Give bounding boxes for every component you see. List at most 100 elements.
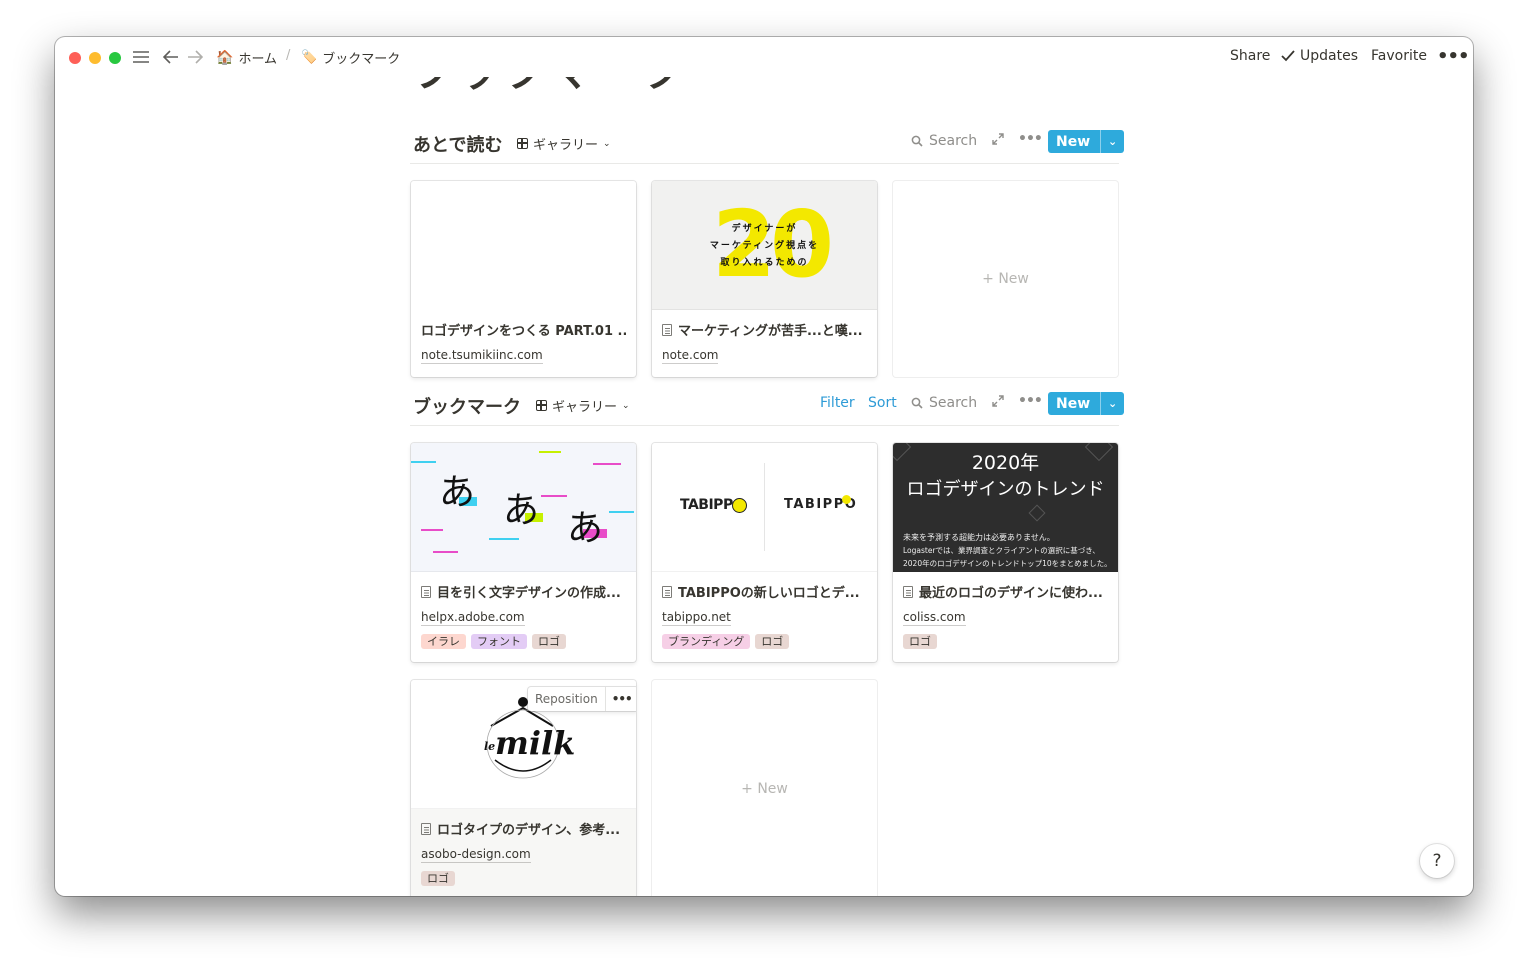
gallery-grid-icon bbox=[517, 138, 528, 149]
updates-button[interactable]: Updates bbox=[1281, 48, 1358, 64]
section-bookmark-view-selector[interactable]: ギャラリー ⌄ bbox=[536, 396, 630, 415]
section-bookmark-title[interactable]: ブックマーク bbox=[413, 393, 521, 419]
card-url[interactable]: asobo-design.com bbox=[421, 847, 531, 863]
section-read-later-title[interactable]: あとで読む bbox=[413, 131, 502, 157]
search-icon bbox=[911, 397, 923, 409]
tag-font: フォント bbox=[471, 634, 527, 649]
search-label: Search bbox=[929, 133, 978, 149]
card-title: 最近のロゴのデザインに使わ... bbox=[903, 582, 1108, 601]
breadcrumb-separator: / bbox=[286, 48, 291, 63]
topbar: 🏠 ホーム / 🏷️ ブックマーク Share Updates Favorite… bbox=[55, 37, 1473, 77]
card-cover: あ あ あ bbox=[411, 443, 636, 572]
gallery-card[interactable]: あ あ あ 目を引く文字デザインの作成... helpx.adobe.com イ… bbox=[411, 443, 636, 662]
cover-glyph: あ bbox=[503, 490, 540, 531]
filter-button[interactable]: Filter bbox=[820, 395, 855, 411]
milk-logo-text: milk bbox=[495, 724, 576, 762]
search-icon bbox=[911, 135, 923, 147]
breadcrumb-home-label: ホーム bbox=[238, 52, 278, 67]
section-divider bbox=[410, 425, 1119, 426]
close-window-button[interactable] bbox=[69, 52, 81, 64]
help-button[interactable]: ? bbox=[1420, 844, 1454, 878]
gallery-grid-icon bbox=[536, 400, 547, 411]
new-label: New bbox=[1056, 133, 1091, 150]
tag-logo: ロゴ bbox=[903, 634, 937, 649]
yellow-globe-icon bbox=[732, 498, 747, 513]
card-url[interactable]: helpx.adobe.com bbox=[421, 610, 525, 626]
gallery-card[interactable]: 20 デザイナーが マーケティング視点を 取り入れるための マーケティングが苦手… bbox=[652, 181, 877, 377]
share-button[interactable]: Share bbox=[1230, 48, 1270, 64]
card-url[interactable]: coliss.com bbox=[903, 610, 966, 626]
new-card-placeholder[interactable]: + New bbox=[893, 181, 1118, 377]
gallery-card[interactable]: TABIPPO TABIPPO TABIPPOの新しいロゴとデ... tabip… bbox=[652, 443, 877, 662]
breadcrumb-home[interactable]: 🏠 ホーム bbox=[216, 48, 278, 68]
card-title-text: TABIPPOの新しいロゴとデ... bbox=[678, 586, 860, 601]
section-read-later-view-selector[interactable]: ギャラリー ⌄ bbox=[517, 134, 611, 153]
card-url[interactable]: note.com bbox=[662, 348, 719, 364]
gallery-card[interactable]: 2020年 ロゴデザインのトレンド 未来を予測する超能力は必要ありません。 Lo… bbox=[893, 443, 1118, 662]
breadcrumb-bookmark-label: ブックマーク bbox=[322, 52, 401, 67]
chevron-down-icon[interactable]: ⌄ bbox=[1100, 130, 1124, 153]
card-cover bbox=[411, 181, 636, 309]
cover-small1: 未来を予測する超能力は必要ありません。 bbox=[903, 533, 1055, 542]
card-title-text: マーケティングが苦手...と嘆... bbox=[678, 324, 863, 339]
page-icon bbox=[421, 822, 431, 835]
new-card-label: + New bbox=[741, 781, 788, 797]
back-arrow-icon[interactable] bbox=[161, 46, 181, 68]
new-card-label: + New bbox=[982, 271, 1029, 287]
expand-icon[interactable] bbox=[992, 395, 1004, 407]
cover-more-icon[interactable]: ••• bbox=[604, 687, 636, 711]
breadcrumb-bookmark[interactable]: 🏷️ ブックマーク bbox=[301, 48, 400, 67]
tag-list: ロゴ bbox=[421, 871, 455, 886]
cover-line1: 2020年 bbox=[971, 452, 1040, 474]
new-label: New bbox=[1056, 395, 1091, 412]
cover-small2: Logasterでは、業界調査とクライアントの選択に基づき、 bbox=[903, 546, 1100, 555]
forward-arrow-icon[interactable] bbox=[185, 46, 205, 68]
section-bookmark-search[interactable]: Search bbox=[911, 395, 977, 411]
page-icon bbox=[421, 585, 431, 598]
bookmark-tag-icon: 🏷️ bbox=[301, 50, 318, 65]
new-card-placeholder[interactable]: + New bbox=[652, 680, 877, 896]
gallery-card[interactable]: ロゴデザインをつくる PART.01 ... note.tsumikiinc.c… bbox=[411, 181, 636, 377]
sort-button[interactable]: Sort bbox=[868, 395, 897, 411]
card-cover: 20 デザイナーが マーケティング視点を 取り入れるための bbox=[652, 181, 877, 310]
title-clip: ブックマーク bbox=[55, 77, 1473, 137]
card-title: ロゴデザインをつくる PART.01 ... bbox=[421, 320, 626, 339]
favorite-button[interactable]: Favorite bbox=[1371, 48, 1427, 64]
gallery-card[interactable]: le milk Reposition ••• ロゴタイプのデザイン、参考... … bbox=[411, 680, 636, 896]
search-label: Search bbox=[929, 395, 978, 411]
card-title-text: ロゴデザインをつくる PART.01 ... bbox=[421, 324, 626, 339]
cover-glyph: あ bbox=[439, 472, 476, 513]
section-read-later-search[interactable]: Search bbox=[911, 133, 977, 149]
cover-text-line2: マーケティング視点を bbox=[709, 241, 820, 251]
card-title: 目を引く文字デザインの作成... bbox=[421, 582, 626, 601]
house-icon: 🏠 bbox=[216, 49, 234, 66]
card-url[interactable]: tabippo.net bbox=[662, 610, 731, 626]
card-title: マーケティングが苦手...と嘆... bbox=[662, 320, 867, 339]
app-window: 🏠 ホーム / 🏷️ ブックマーク Share Updates Favorite… bbox=[55, 37, 1473, 896]
reposition-button[interactable]: Reposition bbox=[528, 692, 605, 706]
reposition-toolbar: Reposition ••• bbox=[528, 687, 636, 711]
expand-icon[interactable] bbox=[992, 133, 1004, 145]
section-bookmark-new-button[interactable]: New ⌄ bbox=[1048, 392, 1125, 415]
minimize-window-button[interactable] bbox=[89, 52, 101, 64]
tag-logo: ロゴ bbox=[532, 634, 566, 649]
zoom-window-button[interactable] bbox=[109, 52, 121, 64]
sidebar-menu-icon[interactable] bbox=[131, 46, 151, 68]
page-icon bbox=[903, 585, 913, 598]
chevron-down-icon[interactable]: ⌄ bbox=[1100, 392, 1124, 415]
card-title-text: ロゴタイプのデザイン、参考... bbox=[437, 823, 621, 838]
more-options-icon[interactable]: ••• bbox=[1437, 46, 1470, 67]
page-icon bbox=[662, 585, 672, 598]
section-divider bbox=[410, 163, 1119, 164]
section-more-icon[interactable]: ••• bbox=[1018, 131, 1043, 147]
card-cover: TABIPPO TABIPPO bbox=[652, 443, 877, 572]
cover-glyph: あ bbox=[567, 508, 604, 549]
tag-branding: ブランディング bbox=[662, 634, 751, 649]
section-more-icon[interactable]: ••• bbox=[1018, 393, 1043, 409]
plus-icon: + bbox=[741, 781, 753, 797]
checkmark-icon bbox=[1281, 50, 1295, 62]
tag-logo: ロゴ bbox=[421, 871, 455, 886]
cover-line2: ロゴデザインのトレンド bbox=[906, 479, 1105, 500]
section-read-later-new-button[interactable]: New ⌄ bbox=[1048, 130, 1125, 153]
card-url[interactable]: note.tsumikiinc.com bbox=[421, 348, 543, 364]
